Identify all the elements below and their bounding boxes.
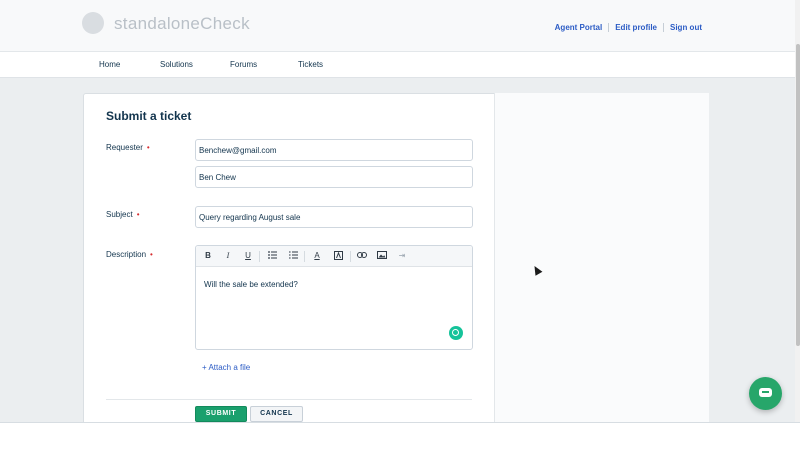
- form-sidebar: [494, 93, 709, 433]
- attach-file-link[interactable]: + Attach a file: [202, 363, 250, 372]
- grammarly-icon[interactable]: [449, 326, 463, 340]
- requester-label: Requester •: [106, 143, 150, 152]
- requester-name-field[interactable]: Ben Chew: [195, 166, 473, 188]
- agent-portal-link[interactable]: Agent Portal: [555, 23, 603, 32]
- subject-label: Subject •: [106, 210, 140, 219]
- nav-item-forums[interactable]: Forums: [230, 60, 257, 69]
- toolbar-divider: [259, 251, 260, 262]
- italic-button[interactable]: I: [223, 251, 233, 260]
- link-icon[interactable]: [357, 251, 367, 260]
- link-divider: [608, 23, 610, 32]
- chat-widget-button[interactable]: [749, 377, 782, 410]
- required-marker: •: [146, 143, 150, 152]
- link-divider: [663, 23, 664, 32]
- font-color-button[interactable]: A: [312, 251, 322, 260]
- description-text[interactable]: Will the sale be extended?: [204, 280, 298, 289]
- underline-button[interactable]: U: [243, 251, 253, 260]
- description-label: Description •: [106, 250, 153, 259]
- scrollbar-thumb[interactable]: [796, 44, 800, 346]
- page-footer: [0, 422, 800, 450]
- editor-toolbar: B I U A ⇥: [196, 246, 472, 267]
- nav-item-tickets[interactable]: Tickets: [298, 60, 323, 69]
- toolbar-divider: [304, 251, 305, 262]
- bold-button[interactable]: B: [203, 251, 213, 260]
- sign-out-link[interactable]: Sign out: [670, 23, 702, 32]
- toolbar-divider: [350, 251, 351, 262]
- nav-item-home[interactable]: Home: [99, 60, 120, 69]
- logo-icon: [82, 12, 104, 34]
- form-divider: [106, 399, 472, 400]
- bulleted-list-icon[interactable]: [267, 251, 277, 261]
- clear-format-icon[interactable]: ⇥: [397, 251, 407, 260]
- edit-profile-link[interactable]: Edit profile: [615, 23, 657, 32]
- main-nav: Home Solutions Forums Tickets: [0, 52, 795, 78]
- portal-logo-text: standaloneCheck: [114, 14, 250, 33]
- nav-item-solutions[interactable]: Solutions: [160, 60, 193, 69]
- required-marker: •: [136, 210, 140, 219]
- subject-field[interactable]: Query regarding August sale: [195, 206, 473, 228]
- image-icon[interactable]: [377, 251, 387, 261]
- chat-bubble-icon: [759, 388, 772, 397]
- required-marker: •: [150, 250, 153, 259]
- numbered-list-icon[interactable]: [288, 251, 298, 261]
- cancel-button[interactable]: CANCEL: [250, 406, 303, 422]
- page-title: Submit a ticket: [106, 109, 192, 123]
- highlight-icon[interactable]: [333, 251, 343, 262]
- requester-email-field[interactable]: Benchew@gmail.com: [195, 139, 473, 161]
- description-editor[interactable]: B I U A ⇥ Will the sale be extended?: [195, 245, 473, 350]
- header-links: Agent Portal Edit profile Sign out: [555, 23, 702, 32]
- portal-header: standaloneCheck Agent Portal Edit profil…: [0, 0, 795, 52]
- submit-button[interactable]: SUBMIT: [195, 406, 247, 422]
